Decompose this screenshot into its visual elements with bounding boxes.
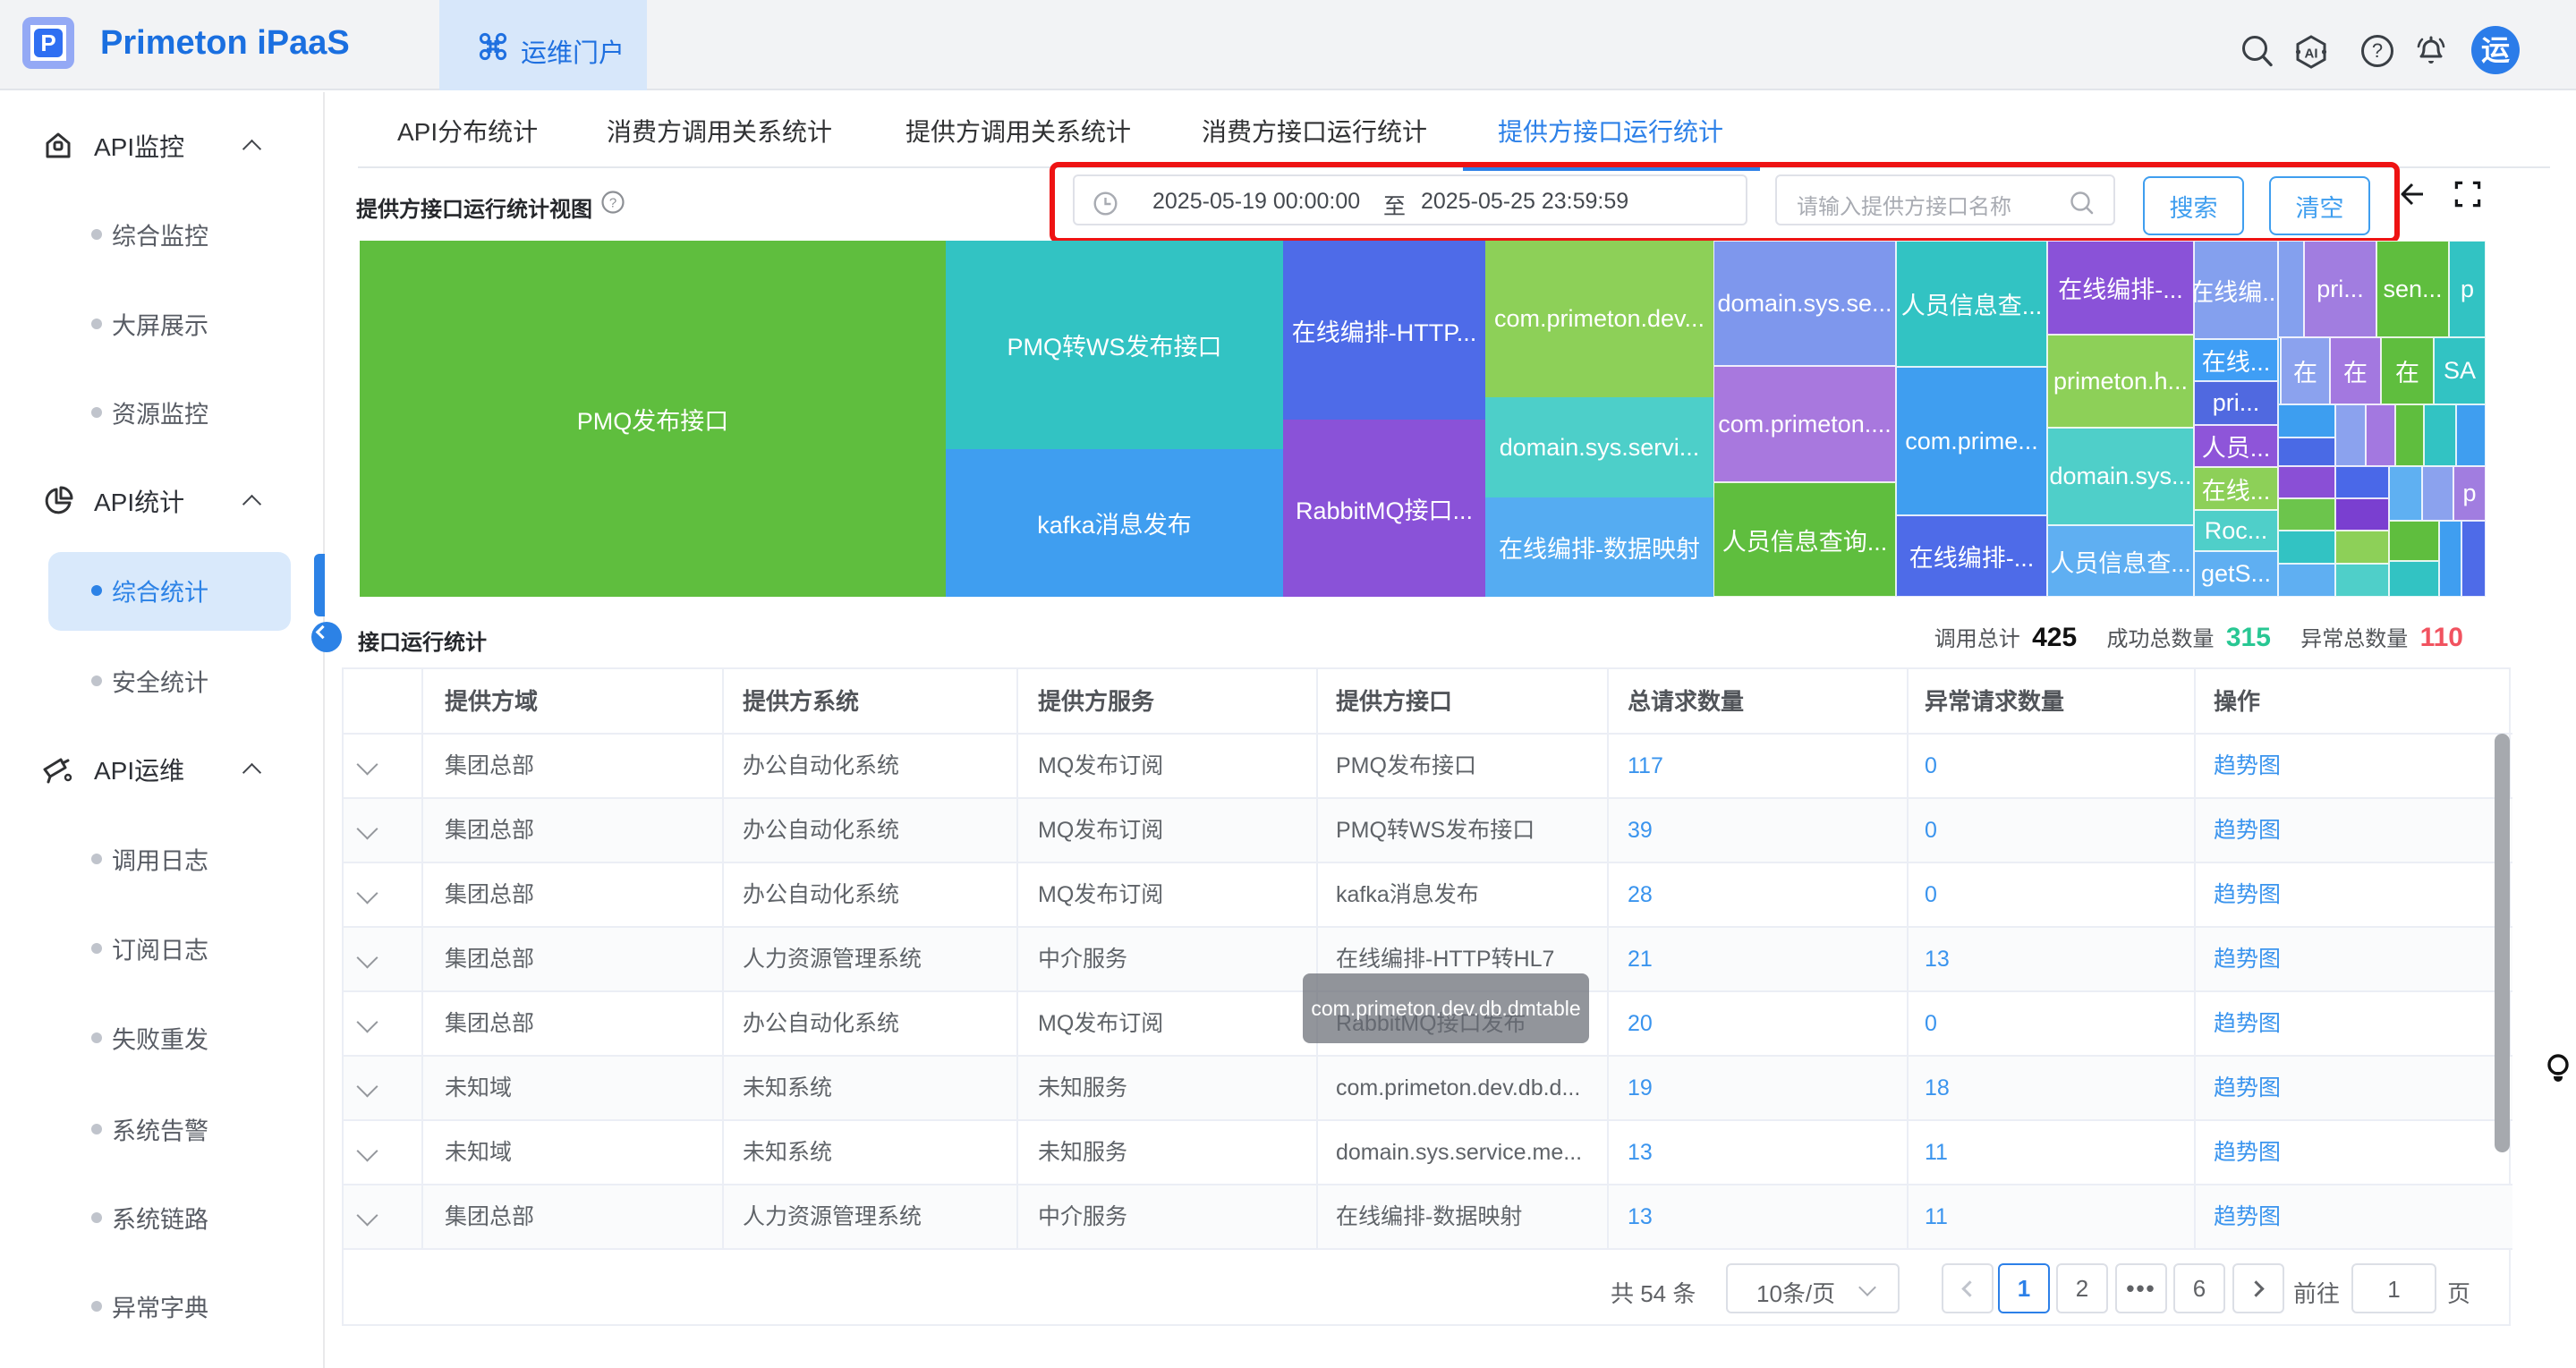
svg-text:?: ? <box>609 196 616 211</box>
svg-text:AI: AI <box>2305 47 2318 62</box>
svg-text:?: ? <box>2372 39 2383 62</box>
